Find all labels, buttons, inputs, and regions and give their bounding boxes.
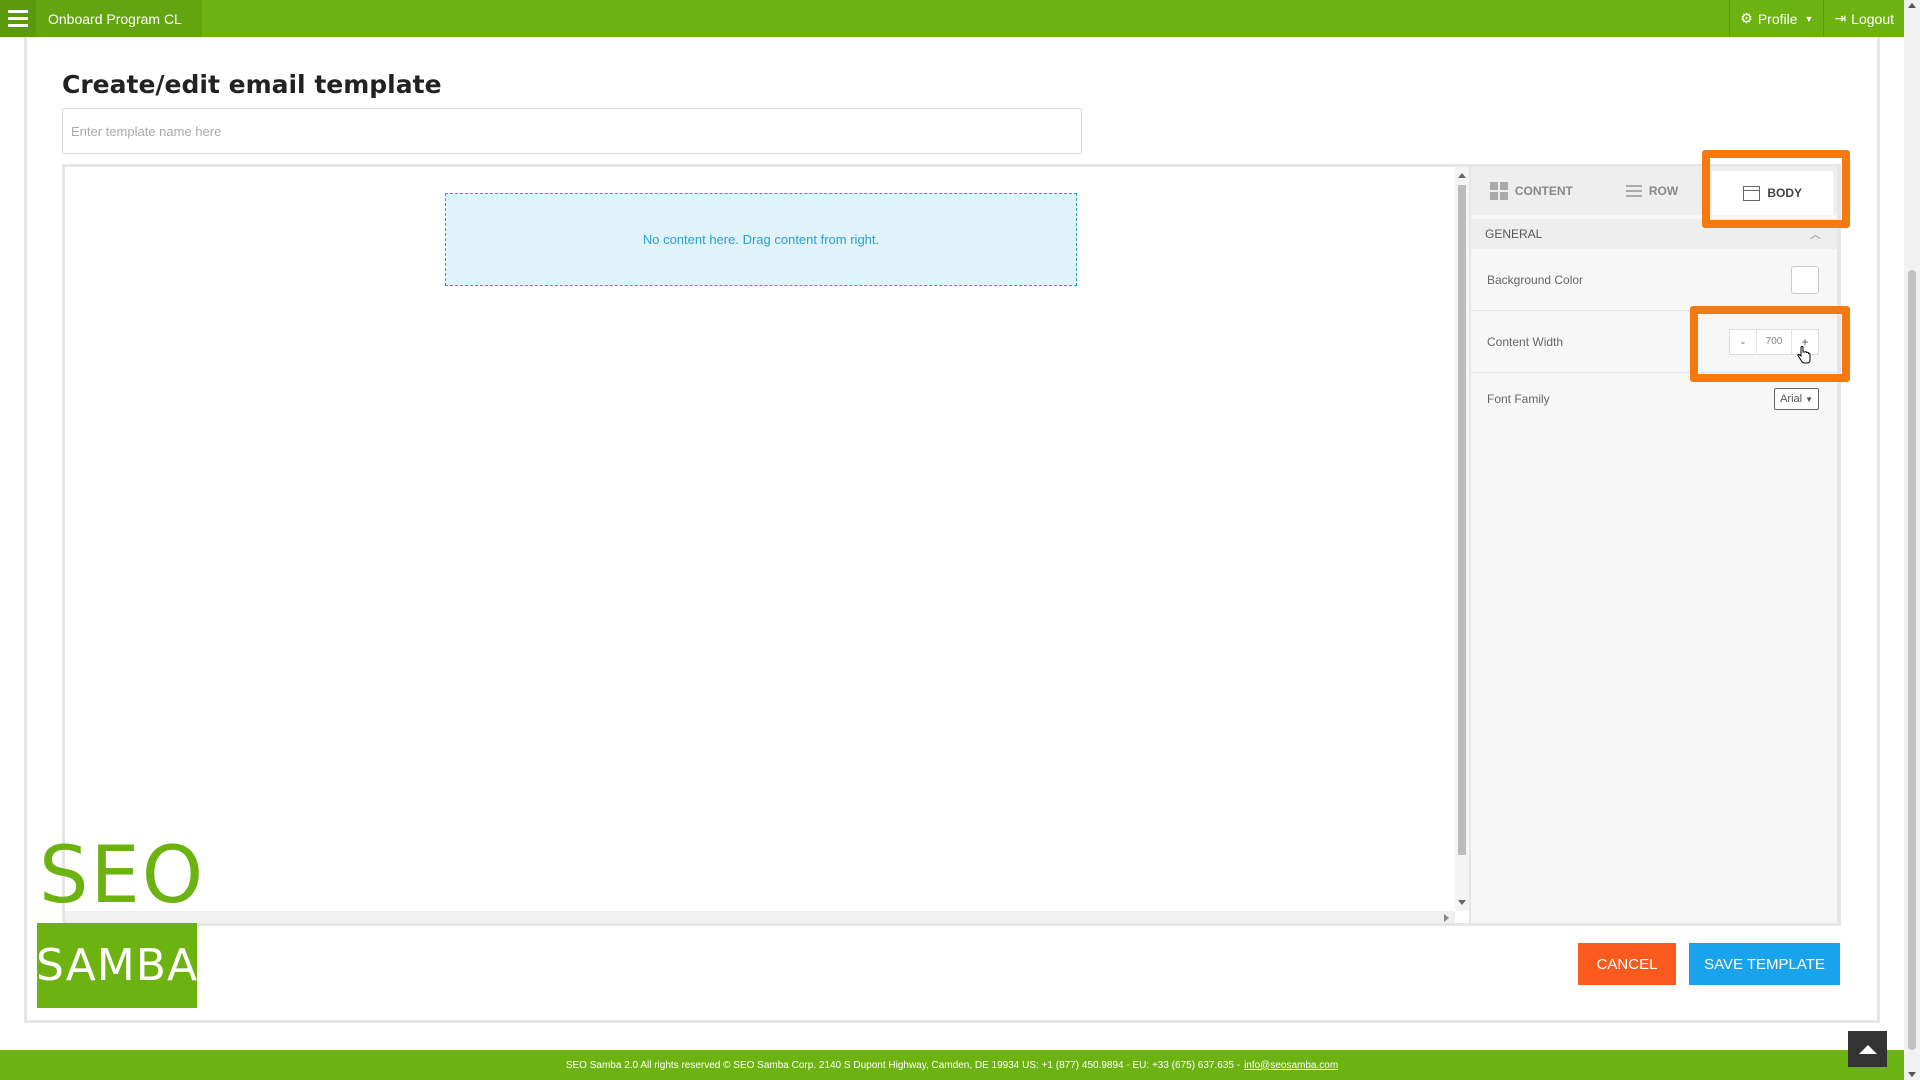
section-general-label: GENERAL (1485, 227, 1543, 241)
footer-email-link[interactable]: info@seosamba.com (1244, 1060, 1338, 1071)
window-icon (1743, 185, 1761, 201)
caret-down-icon: ▼ (1804, 13, 1814, 24)
logout-button[interactable]: ⇥ Logout (1823, 0, 1904, 37)
tab-body[interactable]: BODY (1712, 171, 1834, 215)
grid-icon (1489, 182, 1508, 200)
top-bar: Onboard Program CL ⚙ Profile ▼ ⇥ Logout (0, 0, 1904, 37)
scroll-down-icon[interactable] (1908, 1072, 1916, 1077)
canvas-scroll-thumb[interactable] (1458, 185, 1466, 855)
scroll-up-icon[interactable] (1458, 173, 1466, 178)
profile-menu[interactable]: ⚙ Profile ▼ (1729, 0, 1823, 37)
content-width-row: Content Width - 700 + (1471, 311, 1837, 373)
properties-panel: CONTENT ROW BODY GENERAL ︿ Background Co… (1469, 167, 1839, 923)
content-width-value[interactable]: 700 (1756, 329, 1792, 354)
page-scrollbar[interactable] (1904, 0, 1920, 1080)
panel-tabs: CONTENT ROW BODY (1471, 167, 1837, 215)
footer-text: SEO Samba 2.0 All rights reserved © SEO … (565, 1059, 1241, 1071)
editor-canvas[interactable]: No content here. Drag content from right… (65, 167, 1455, 911)
scroll-down-icon[interactable] (1458, 900, 1466, 905)
section-general[interactable]: GENERAL ︿ (1471, 219, 1837, 249)
background-color-swatch[interactable] (1791, 265, 1819, 294)
back-to-top-button[interactable] (1848, 1031, 1887, 1067)
gear-icon: ⚙ (1740, 10, 1753, 26)
font-family-row: Font Family Arial ▼ (1471, 373, 1837, 425)
content-dropzone[interactable]: No content here. Drag content from right… (445, 193, 1077, 286)
hamburger-icon[interactable] (0, 0, 36, 37)
tab-body-label: BODY (1767, 186, 1803, 200)
tab-row-label: ROW (1648, 184, 1679, 198)
breadcrumb-arrow (186, 0, 195, 36)
profile-label: Profile (1757, 10, 1798, 27)
logo-seo: SEO (39, 831, 206, 921)
decrement-button[interactable]: - (1730, 330, 1756, 354)
tab-row[interactable]: ROW (1592, 167, 1713, 215)
chevron-up-icon (1858, 1044, 1877, 1054)
font-family-label: Font Family (1487, 392, 1550, 406)
sign-out-icon: ⇥ (1834, 10, 1847, 26)
hand-cursor-icon (1797, 346, 1811, 364)
font-family-value: Arial (1780, 393, 1803, 405)
font-family-select[interactable]: Arial ▼ (1774, 388, 1819, 410)
content-width-label: Content Width (1487, 334, 1564, 349)
canvas-vertical-scrollbar[interactable] (1455, 167, 1469, 911)
background-color-label: Background Color (1487, 272, 1584, 287)
email-editor: No content here. Drag content from right… (62, 164, 1841, 926)
page-scroll-thumb[interactable] (1908, 270, 1916, 1050)
save-template-button[interactable]: SAVE TEMPLATE (1689, 943, 1840, 985)
background-color-row: Background Color (1471, 249, 1837, 311)
logout-label: Logout (1851, 10, 1894, 27)
cancel-button[interactable]: CANCEL (1578, 943, 1676, 985)
page-title: Create/edit email template (62, 70, 442, 99)
scroll-up-icon[interactable] (1908, 3, 1916, 8)
tab-content[interactable]: CONTENT (1471, 167, 1592, 215)
footer: SEO Samba 2.0 All rights reserved © SEO … (0, 1050, 1904, 1080)
scroll-right-icon[interactable] (1444, 914, 1449, 922)
template-name-input[interactable] (62, 108, 1082, 154)
breadcrumb[interactable]: Onboard Program CL (36, 0, 202, 37)
caret-down-icon: ▼ (1805, 394, 1813, 404)
chevron-up-icon: ︿ (1810, 229, 1821, 241)
logo-samba: SAMBA (36, 923, 197, 1008)
canvas-horizontal-scrollbar[interactable] (65, 911, 1455, 923)
seo-samba-logo: SEO SAMBA (36, 833, 203, 1008)
tab-content-label: CONTENT (1514, 184, 1573, 198)
rows-icon (1625, 185, 1642, 197)
